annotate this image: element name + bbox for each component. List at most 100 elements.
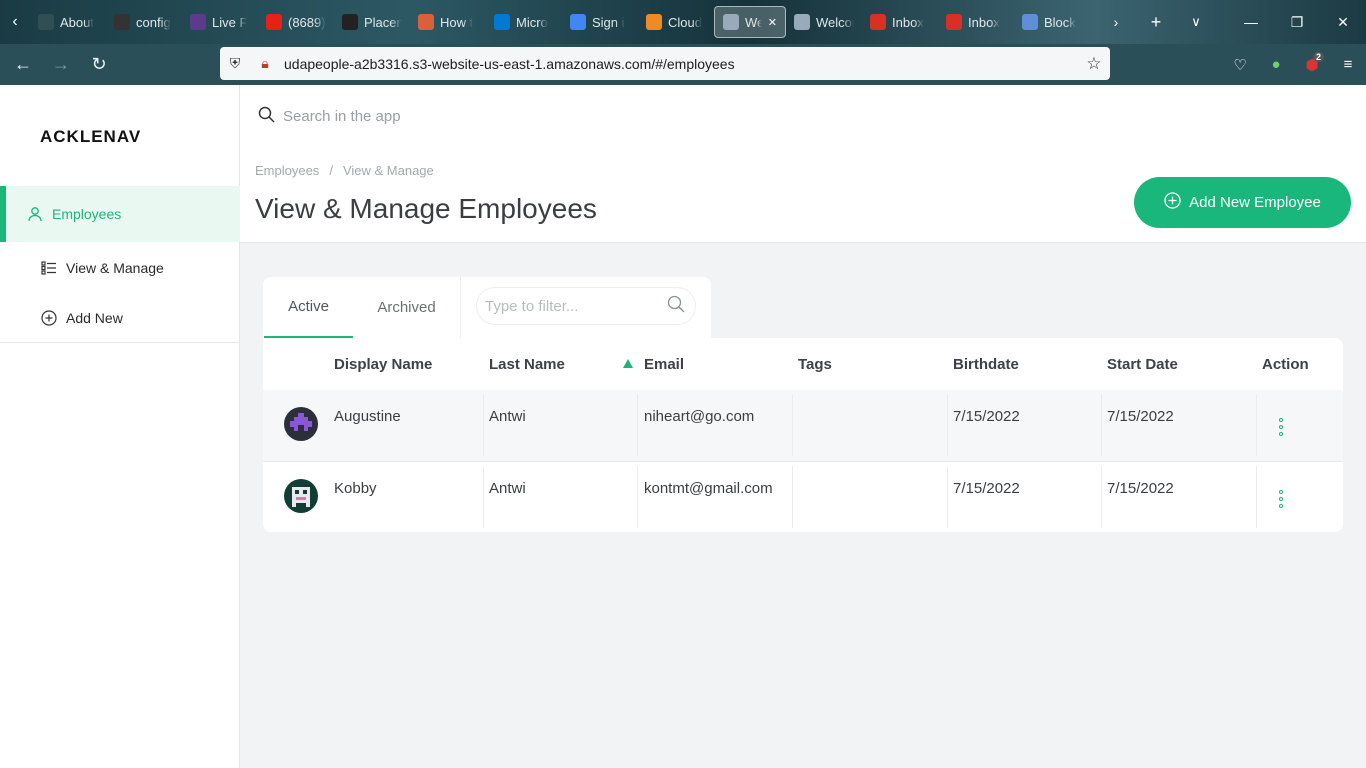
tab-active-label: Active [288, 298, 329, 315]
breadcrumb-employees[interactable]: Employees [255, 163, 319, 178]
tab-strip: About config Live F (8689) Placen How t Micro S… [30, 6, 1090, 38]
cell-divider [637, 394, 638, 456]
breadcrumb-separator: / [329, 163, 333, 178]
browser-tab[interactable]: Cloud [638, 6, 714, 38]
restore-button[interactable]: ❐ [1274, 0, 1320, 44]
browser-tab[interactable]: (8689) [258, 6, 334, 38]
tab-divider [460, 277, 461, 338]
employees-table: Display Name Last Name Email Tags Birthd… [263, 338, 1343, 532]
extension-globe-icon[interactable]: ● [1258, 56, 1294, 73]
column-header-email[interactable]: Email [644, 356, 684, 373]
how-icon [418, 14, 434, 30]
sort-ascending-icon[interactable] [623, 359, 633, 368]
search-placeholder: Search in the app [283, 107, 401, 125]
search-icon [258, 106, 275, 127]
sidebar-divider [0, 342, 240, 343]
cloud-icon [646, 14, 662, 30]
breadcrumb-view-manage: View & Manage [342, 163, 434, 178]
cell-birthdate: 7/15/2022 [953, 480, 1020, 497]
live-icon [190, 14, 206, 30]
browser-tab-label: Cloud [668, 14, 702, 30]
browser-tab[interactable]: Block [1014, 6, 1090, 38]
shield-icon[interactable]: ⛨ [220, 55, 250, 72]
sidebar-item-employees[interactable]: Employees [0, 186, 240, 242]
pocket-icon[interactable]: ♡ [1222, 56, 1258, 74]
filter-input[interactable]: Type to filter... [476, 287, 696, 325]
block-icon [1022, 14, 1038, 30]
plus-circle-icon [40, 310, 58, 326]
sidebar-item-label: Employees [52, 206, 122, 222]
close-window-button[interactable]: ✕ [1320, 0, 1366, 44]
cell-divider [947, 394, 948, 456]
placement-icon [342, 14, 358, 30]
browser-tab[interactable]: Inbox [938, 6, 1014, 38]
tab-scroll-left-button[interactable]: ‹ [0, 0, 30, 44]
cell-last-name: Antwi [489, 408, 526, 425]
column-header-start-date[interactable]: Start Date [1107, 356, 1178, 373]
row-actions-menu-icon[interactable] [1278, 418, 1284, 436]
browser-tab[interactable]: How t [410, 6, 486, 38]
list-tabs-button[interactable]: ∨ [1176, 14, 1216, 30]
microsoft-icon [494, 14, 510, 30]
sidebar-item-label: Add New [66, 310, 123, 326]
browser-tab[interactable]: Welcon ✕ [714, 6, 786, 38]
app-search-input[interactable]: Search in the app [258, 103, 1066, 129]
insecure-lock-icon[interactable]: 🔒︎ [250, 55, 280, 72]
cell-divider [1101, 394, 1102, 456]
browser-tab-label: How t [440, 14, 474, 30]
ublock-badge: 2 [1312, 51, 1324, 62]
sidebar: ACKLENAV Employees View & Manage Add New [0, 85, 240, 768]
column-header-last-name[interactable]: Last Name [489, 356, 565, 373]
new-tab-button[interactable]: + [1136, 12, 1176, 33]
minimize-button[interactable]: — [1228, 0, 1274, 44]
youtube-icon [266, 14, 282, 30]
add-new-employee-button[interactable]: Add New Employee [1134, 177, 1351, 228]
browser-tab[interactable]: Welcome [786, 6, 862, 38]
browser-tab[interactable]: config [106, 6, 182, 38]
about-icon [38, 14, 54, 30]
tab-active[interactable]: Active [264, 277, 353, 338]
cell-divider [483, 394, 484, 456]
browser-tab-label: Welcon [745, 14, 762, 30]
address-bar[interactable]: ⛨ 🔒︎ udapeople-a2b3316.s3-website-us-eas… [220, 47, 1110, 80]
cell-email: niheart@go.com [644, 408, 755, 425]
tab-scroll-right-button[interactable]: › [1096, 14, 1136, 30]
browser-tab-label: Sign i [592, 14, 625, 30]
bookmark-star-icon[interactable]: ☆ [1078, 54, 1110, 74]
browser-tab[interactable]: Inbox [862, 6, 938, 38]
browser-tab[interactable]: About [30, 6, 106, 38]
browser-tab[interactable]: Sign i [562, 6, 638, 38]
sidebar-item-view-manage[interactable]: View & Manage [0, 240, 240, 296]
browser-tab[interactable]: Micro [486, 6, 562, 38]
row-actions-menu-icon[interactable] [1278, 490, 1284, 508]
cell-divider [1256, 466, 1257, 528]
ublock-icon[interactable]: ⬢ 2 [1294, 51, 1330, 74]
column-header-birthdate[interactable]: Birthdate [953, 356, 1019, 373]
url-text[interactable]: udapeople-a2b3316.s3-website-us-east-1.a… [284, 56, 735, 72]
column-header-display-name[interactable]: Display Name [334, 356, 432, 373]
github-icon [114, 14, 130, 30]
window-controls: — ❐ ✕ [1228, 0, 1366, 44]
gmail-icon [946, 14, 962, 30]
browser-tab[interactable]: Live F [182, 6, 258, 38]
cell-start-date: 7/15/2022 [1107, 480, 1174, 497]
cell-last-name: Antwi [489, 480, 526, 497]
sidebar-item-add-new[interactable]: Add New [0, 290, 240, 346]
cell-display-name: Kobby [334, 480, 377, 497]
list-icon [40, 261, 58, 275]
back-button[interactable]: ← [4, 54, 42, 75]
tab-archived[interactable]: Archived [363, 277, 450, 338]
reload-button[interactable]: ↻ [80, 54, 118, 75]
browser-tab-label: Micro [516, 14, 548, 30]
browser-tab-bar: ‹ About config Live F (8689) Placen How t Micr… [0, 0, 1366, 44]
table-row[interactable]: Kobby Antwi kontmt@gmail.com 7/15/2022 7… [263, 461, 1343, 532]
close-tab-icon[interactable]: ✕ [768, 16, 777, 29]
cell-divider [792, 394, 793, 456]
table-row[interactable]: Augustine Antwi niheart@go.com 7/15/2022… [263, 390, 1343, 461]
plus-circle-icon [1164, 192, 1181, 213]
cell-divider [1256, 394, 1257, 456]
column-header-tags[interactable]: Tags [798, 356, 832, 373]
browser-tab[interactable]: Placen [334, 6, 410, 38]
forward-button[interactable]: → [42, 54, 80, 75]
app-menu-icon[interactable]: ≡ [1330, 56, 1366, 73]
